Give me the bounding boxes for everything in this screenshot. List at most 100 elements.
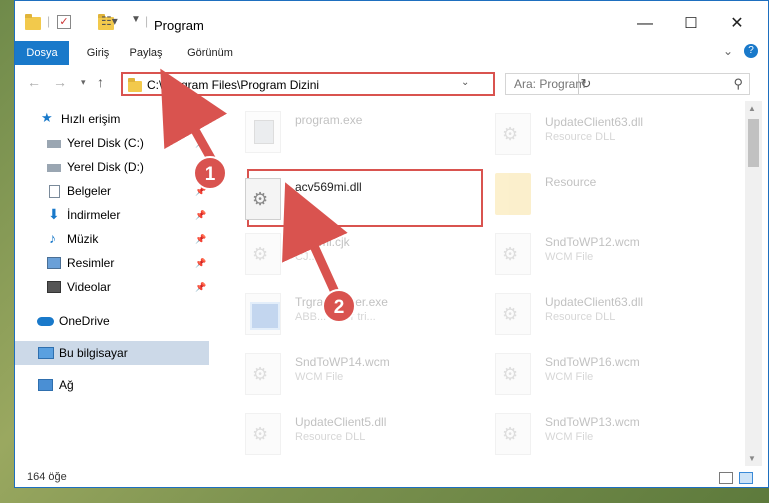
- sidebar-item-pictures[interactable]: Resimler 📌: [15, 251, 209, 275]
- file-name: acv569mi.dll: [295, 180, 362, 194]
- pin-icon[interactable]: 📌: [195, 131, 206, 155]
- forward-icon[interactable]: →: [53, 74, 67, 90]
- list-item[interactable]: Resource: [487, 165, 727, 221]
- minimize-button[interactable]: —: [622, 9, 668, 39]
- file-name: program.exe: [295, 113, 363, 127]
- file-name: Fa...ml.cjk: [295, 235, 350, 249]
- drive-icon: [47, 140, 61, 148]
- separator: |: [145, 14, 149, 28]
- sidebar-item-label: İndirmeler: [67, 208, 121, 222]
- pin-icon[interactable]: 📌: [195, 275, 206, 299]
- sidebar-item-label: OneDrive: [59, 314, 110, 328]
- scrollbar-thumb[interactable]: [748, 119, 759, 167]
- chevron-down-icon[interactable]: ▼: [131, 14, 141, 30]
- sidebar-item-videos[interactable]: Videolar 📌: [15, 275, 209, 299]
- documents-icon: [49, 185, 60, 198]
- sidebar-item-label: Belgeler: [67, 184, 112, 198]
- file-type: Resource DLL: [545, 311, 616, 323]
- large-icons-view-icon[interactable]: [739, 472, 753, 484]
- file-type: Resource DLL: [295, 431, 366, 443]
- file-name: UpdateClient63.dll: [545, 115, 644, 129]
- chevron-down-icon[interactable]: ⌄: [461, 77, 469, 88]
- music-icon: ♪: [49, 230, 56, 246]
- list-item[interactable]: SndToWP14.wcm WCM File: [237, 345, 477, 401]
- sidebar-item-onedrive[interactable]: OneDrive: [15, 309, 209, 333]
- file-name: UpdateClient5.dll: [295, 415, 387, 429]
- star-icon: ★: [41, 110, 53, 125]
- scroll-up-icon[interactable]: ▲: [748, 104, 756, 113]
- help-icon[interactable]: ?: [744, 44, 758, 58]
- address-path[interactable]: C:\Program Files\Program Dizini: [147, 78, 319, 92]
- file-type: WCM File: [545, 371, 594, 383]
- explorer-window: | ✓ ☷▾ ▼ | Program — ☐ ✕ Dosya Giriş Pay…: [14, 0, 769, 488]
- maximize-button[interactable]: ☐: [668, 9, 714, 39]
- properties-icon[interactable]: ✓: [57, 15, 71, 29]
- list-item[interactable]: program.exe: [237, 103, 477, 159]
- dll-file-icon: [495, 293, 531, 335]
- search-icon: ⚲: [733, 76, 743, 91]
- sidebar-item-label: Ağ: [59, 378, 74, 392]
- sidebar-item-local-disk-c[interactable]: Yerel Disk (C:) 📌: [15, 131, 209, 155]
- sidebar-item-label: Yerel Disk (C:): [67, 136, 144, 150]
- drive-icon: [47, 164, 61, 172]
- file-name: SndToWP14.wcm: [295, 355, 390, 369]
- pin-icon[interactable]: 📌: [195, 227, 206, 251]
- file-name: UpdateClient63.dll: [545, 295, 644, 309]
- file-icon: [495, 233, 531, 275]
- computer-icon: [38, 347, 54, 359]
- status-bar: 164 öğe: [15, 467, 768, 489]
- vertical-scrollbar[interactable]: ▲ ▼: [745, 101, 762, 466]
- file-icon: [245, 353, 281, 395]
- pin-icon[interactable]: 📌: [195, 251, 206, 275]
- list-item[interactable]: SndToWP13.wcm WCM File: [487, 405, 727, 461]
- search-box[interactable]: ⚲: [505, 73, 750, 95]
- network-icon: [38, 379, 53, 391]
- folder-icon: [25, 14, 41, 30]
- sidebar-item-network[interactable]: Ağ: [15, 373, 209, 397]
- video-icon: [47, 281, 61, 293]
- sidebar-item-music[interactable]: ♪ Müzik 📌: [15, 227, 209, 251]
- file-icon: [495, 413, 531, 455]
- tab-home[interactable]: Giriş: [81, 41, 115, 65]
- separator: |: [47, 14, 51, 28]
- file-type: WCM File: [545, 251, 594, 263]
- list-item[interactable]: SndToWP16.wcm WCM File: [487, 345, 727, 401]
- sidebar-item-local-disk-d[interactable]: Yerel Disk (D:) 📌: [15, 155, 209, 179]
- back-icon[interactable]: ←: [27, 74, 41, 90]
- list-item-selected-dll[interactable]: acv569mi.dll: [237, 170, 477, 226]
- address-row: ← → ▾ ↑ C:\Program Files\Program Dizini …: [15, 65, 768, 101]
- customize-toolbar-icon[interactable]: ☷▾: [101, 14, 118, 30]
- list-item[interactable]: Fa...ml.cjk CJ...: [237, 225, 477, 281]
- dll-file-icon: [245, 178, 281, 220]
- file-icon: [245, 233, 281, 275]
- tab-share[interactable]: Paylaş: [123, 41, 169, 65]
- close-button[interactable]: ✕: [714, 9, 760, 39]
- download-icon: ⬇: [48, 206, 60, 222]
- list-item[interactable]: UpdateClient5.dll Resource DLL: [237, 405, 477, 461]
- folder-icon: [128, 78, 142, 92]
- recent-locations-icon[interactable]: ▾: [81, 77, 86, 88]
- step-2-badge: 2: [322, 289, 356, 323]
- installer-file-icon: [245, 293, 281, 335]
- sidebar-item-quick-access[interactable]: ★ Hızlı erişim: [15, 107, 209, 131]
- sidebar-item-documents[interactable]: Belgeler 📌: [15, 179, 209, 203]
- file-type: Resource DLL: [545, 131, 616, 143]
- list-item[interactable]: Trgra...stalter.exe ABB... ...der tri...: [237, 285, 477, 341]
- sidebar-item-downloads[interactable]: ⬇ İndirmeler 📌: [15, 203, 209, 227]
- details-view-icon[interactable]: [719, 472, 733, 484]
- pin-icon[interactable]: 📌: [195, 203, 206, 227]
- address-bar[interactable]: C:\Program Files\Program Dizini ⌄ ↻: [121, 72, 591, 96]
- scroll-down-icon[interactable]: ▼: [748, 454, 756, 463]
- list-item[interactable]: SndToWP12.wcm WCM File: [487, 225, 727, 281]
- list-item[interactable]: UpdateClient63.dll Resource DLL: [487, 285, 727, 341]
- up-icon[interactable]: ↑: [97, 74, 104, 90]
- ribbon: Dosya Giriş Paylaş Görünüm ⌄ ?: [15, 41, 768, 97]
- tab-view[interactable]: Görünüm: [181, 41, 239, 65]
- list-item[interactable]: UpdateClient63.dll Resource DLL: [487, 105, 727, 161]
- sidebar-item-this-pc[interactable]: Bu bilgisayar: [15, 341, 209, 365]
- item-count: 164 öğe: [27, 471, 67, 483]
- step-1-badge: 1: [193, 156, 227, 190]
- search-input[interactable]: [506, 74, 716, 94]
- sidebar-item-label: Hızlı erişim: [61, 112, 121, 126]
- chevron-down-icon[interactable]: ⌄: [723, 44, 733, 58]
